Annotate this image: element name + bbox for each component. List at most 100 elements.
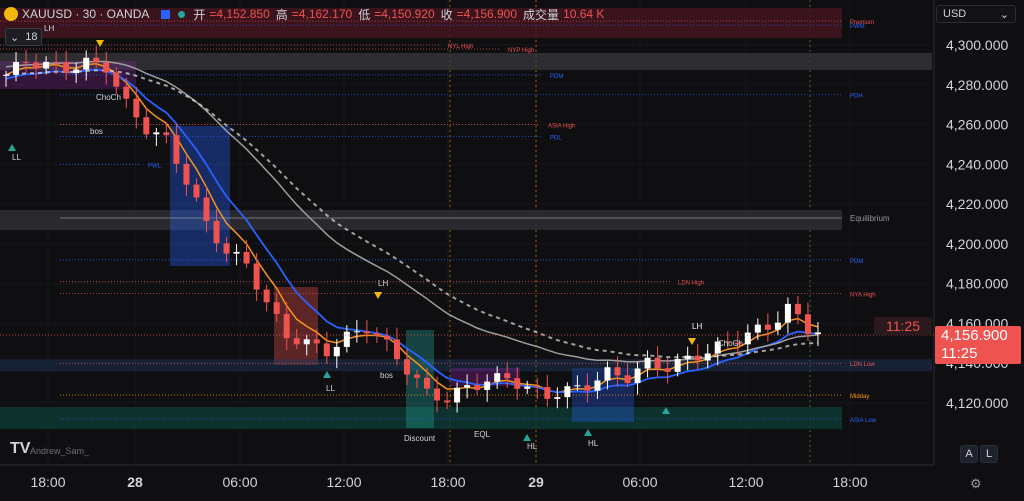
candle-body — [554, 397, 561, 399]
candle-body — [504, 373, 511, 379]
order-block-red — [274, 287, 318, 365]
time-tick-label: 29 — [528, 474, 544, 490]
candle-body — [353, 331, 360, 333]
candle-body — [93, 57, 100, 63]
candle-body — [804, 314, 811, 335]
price-tick-label: 4,260.000 — [946, 117, 1008, 133]
price-tick-label: 4,120.000 — [946, 395, 1008, 411]
level-label: LDN High — [678, 281, 704, 287]
candle-body — [153, 132, 160, 135]
structure-label: bos — [380, 371, 393, 380]
open-value: =4,152.850 — [209, 7, 270, 21]
market-status-icon — [178, 10, 186, 18]
candle-body — [764, 324, 771, 330]
candle-body — [574, 385, 581, 387]
candle-body — [434, 388, 441, 401]
price-tick-label: 4,300.000 — [946, 37, 1008, 53]
structure-label: LH — [378, 279, 388, 288]
candle-body — [744, 332, 751, 345]
candle-body — [694, 355, 701, 361]
close-label: 收 — [440, 7, 453, 22]
candle-body — [474, 385, 481, 390]
symbol-header: XAUUSD · 30 · OANDA 开 =4,152.850 高 =4,16… — [4, 5, 608, 23]
high-label: 高 — [275, 7, 288, 22]
candle-body — [754, 324, 761, 333]
time-tick-label: 06:00 — [622, 474, 657, 490]
structure-label: HL — [588, 439, 599, 448]
gold-coin-icon — [4, 7, 18, 21]
structure-label: ChoCh — [96, 93, 121, 102]
price-tick-label: 4,200.000 — [946, 236, 1008, 252]
time-tick-label: 18:00 — [430, 474, 465, 490]
flag-icon — [161, 9, 171, 19]
level-label: PDL — [550, 135, 562, 141]
candle-body — [253, 263, 260, 290]
level-label: Midday — [850, 394, 869, 400]
candle-body — [444, 400, 451, 403]
level-label: NYL High — [448, 44, 473, 50]
countdown-badge: 11:25 — [874, 317, 932, 335]
level-label: NYA High — [850, 293, 876, 299]
level-label: NYP High — [508, 48, 534, 54]
candle-body — [644, 357, 651, 369]
candle-body — [794, 303, 801, 315]
candle-body — [784, 303, 791, 323]
auto-scale-button[interactable]: A — [960, 445, 978, 463]
log-scale-button[interactable]: L — [980, 445, 998, 463]
volume-value: 10.64 K — [563, 7, 605, 21]
candle-body — [183, 163, 190, 185]
candle-body — [534, 386, 541, 388]
level-label: PDM — [550, 74, 563, 80]
structure-label: ChoCh — [718, 339, 743, 348]
candle-body — [424, 377, 431, 389]
candle-body — [293, 338, 300, 345]
candle-body — [494, 373, 501, 382]
candle-body — [43, 61, 50, 69]
candle-body — [604, 367, 611, 381]
volume-label: 成交量 — [523, 7, 560, 22]
time-tick-label: 28 — [127, 474, 143, 490]
candle-body — [624, 375, 631, 384]
candle-body — [393, 339, 400, 360]
price-tick-label: 4,180.000 — [946, 276, 1008, 292]
candle-body — [23, 61, 30, 63]
candle-body — [233, 251, 240, 254]
chevron-down-icon: ⌄ — [999, 8, 1009, 21]
indicators-collapse-button[interactable]: ⌄ 18 — [5, 28, 43, 46]
level-label: Equilibrium — [850, 214, 890, 223]
candle-body — [373, 333, 380, 336]
candle-body — [684, 355, 691, 359]
level-label: ASIA High — [548, 124, 575, 130]
candle-body — [383, 335, 390, 340]
pd-zone — [0, 52, 932, 70]
high-value: =4,162.170 — [291, 7, 353, 21]
gear-icon[interactable]: ⚙ — [970, 476, 982, 492]
level-label: PDH — [850, 94, 863, 100]
candle-body — [654, 357, 661, 369]
candle-body — [614, 367, 621, 376]
price-chart[interactable]: PremiumNYL HighNYP HighPWMPDMPDHASIA Hig… — [0, 0, 1024, 501]
candle-body — [213, 220, 220, 244]
candle-body — [123, 86, 130, 99]
currency-label: USD — [943, 8, 967, 20]
structure-label: LL — [326, 384, 335, 393]
candle-body — [3, 74, 9, 76]
candle-body — [594, 380, 601, 391]
last-price-badge: 4,156.900 11:25 — [935, 326, 1021, 364]
candle-body — [584, 385, 591, 391]
structure-label: LH — [692, 322, 702, 331]
level-label: LDN Low — [850, 362, 875, 368]
candle-body — [704, 353, 711, 361]
candle-body — [113, 72, 120, 87]
candle-body — [564, 386, 571, 398]
candle-body — [454, 387, 461, 403]
candle-body — [33, 62, 40, 69]
candle-body — [524, 386, 531, 389]
chevron-down-icon: ⌄ — [10, 31, 20, 44]
low-value: =4,150.920 — [374, 7, 435, 21]
symbol-title[interactable]: XAUUSD · 30 · OANDA — [22, 7, 149, 21]
last-price-countdown: 11:25 — [941, 345, 978, 362]
candle-body — [203, 197, 210, 221]
currency-selector[interactable]: USD ⌄ — [936, 5, 1016, 23]
author-watermark: Andrew_Sam_ — [30, 446, 90, 456]
